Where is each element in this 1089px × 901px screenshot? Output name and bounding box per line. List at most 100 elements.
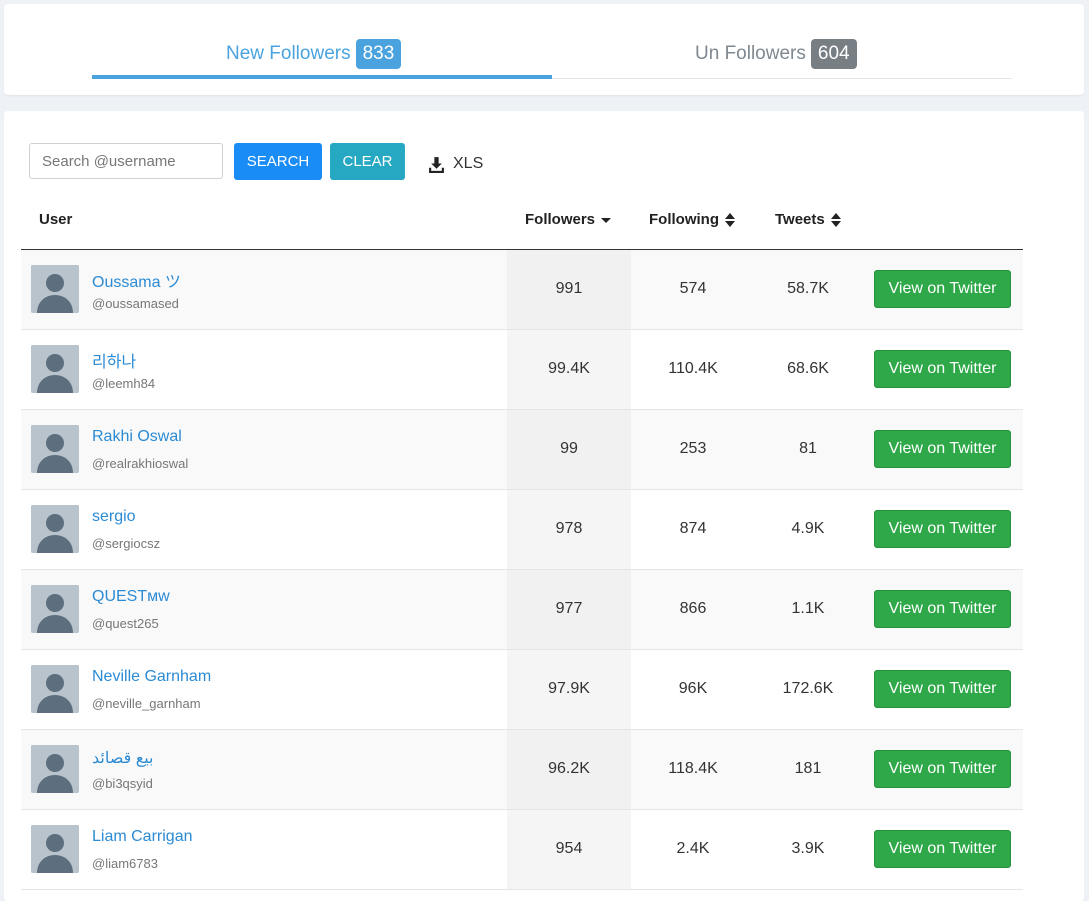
following-count: 253 xyxy=(679,440,707,457)
following-header-label: Following xyxy=(649,211,719,228)
tab-un-followers[interactable]: Un Followers 604 xyxy=(695,37,857,71)
default-avatar-icon xyxy=(31,665,79,713)
followers-count: 96.2K xyxy=(548,760,590,777)
tweets-count: 4.9K xyxy=(791,520,825,537)
following-count: 874 xyxy=(679,520,707,537)
avatar xyxy=(31,585,79,633)
download-icon xyxy=(429,156,444,173)
xls-download-link[interactable]: XLS xyxy=(428,155,483,173)
tweets-count: 81 xyxy=(799,440,817,457)
xls-label: XLS xyxy=(453,155,484,172)
search-button[interactable]: SEARCH xyxy=(234,143,322,180)
avatar xyxy=(31,505,79,553)
tweets-count: 58.7K xyxy=(787,280,829,297)
user-display-name[interactable]: Rakhi Oswal xyxy=(92,428,182,446)
user-display-name[interactable]: Neville Garnham xyxy=(92,668,211,686)
followers-table-body: Oussama ツ @oussamased 991 574 58.7K View on T… xyxy=(21,250,1023,890)
default-avatar-icon xyxy=(31,425,79,473)
table-row: بيع قصائد @bi3qsyid 96.2K 118.4K 181 View on … xyxy=(21,730,1023,810)
followers-count: 991 xyxy=(555,280,583,297)
active-tab-indicator xyxy=(92,75,552,79)
following-count: 574 xyxy=(679,280,707,297)
table-header: User Followers Following Tweets xyxy=(21,197,1023,250)
sort-icon xyxy=(724,212,735,227)
user-display-name[interactable]: Oussama ツ xyxy=(92,268,181,292)
tab-new-followers[interactable]: New Followers 833 xyxy=(226,37,402,71)
avatar xyxy=(31,745,79,793)
view-on-twitter-button[interactable]: View on Twitter xyxy=(874,270,1011,308)
default-avatar-icon xyxy=(31,265,79,313)
tweets-count: 68.6K xyxy=(787,360,829,377)
following-count: 118.4K xyxy=(668,760,718,777)
tweets-count: 3.9K xyxy=(791,840,825,857)
un-followers-count-badge: 604 xyxy=(810,39,857,69)
default-avatar-icon xyxy=(31,585,79,633)
table-row: Rakhi Oswal @realrakhioswal 99 253 81 View on… xyxy=(21,410,1023,490)
new-followers-count-badge: 833 xyxy=(355,39,402,69)
table-row: Liam Carrigan @liam6783 954 2.4K 3.9K View on… xyxy=(21,810,1023,890)
view-on-twitter-button[interactable]: View on Twitter xyxy=(874,430,1011,468)
user-handle: @realrakhioswal xyxy=(92,456,189,471)
user-handle: @sergiocsz xyxy=(92,536,161,551)
user-handle: @leemh84 xyxy=(92,376,156,391)
followers-count: 97.9K xyxy=(548,680,590,697)
avatar xyxy=(31,345,79,393)
avatar xyxy=(31,665,79,713)
user-display-name[interactable]: QUESTᴍᴡ xyxy=(92,588,170,606)
default-avatar-icon xyxy=(31,825,79,873)
avatar xyxy=(31,265,79,313)
followers-count: 99.4K xyxy=(548,360,590,377)
table-row: Neville Garnham @neville_garnham 97.9K 96K 1… xyxy=(21,650,1023,730)
default-avatar-icon xyxy=(31,345,79,393)
user-handle: @quest265 xyxy=(92,616,159,631)
user-handle: @oussamased xyxy=(92,296,179,311)
tweets-count: 172.6K xyxy=(782,680,834,697)
view-on-twitter-button[interactable]: View on Twitter xyxy=(874,670,1011,708)
table-row: sergio @sergiocsz 978 874 4.9K View on Twitte… xyxy=(21,490,1023,570)
tab-new-followers-label: New Followers xyxy=(226,43,351,64)
sort-desc-icon xyxy=(601,217,612,223)
following-count: 96K xyxy=(678,680,708,697)
view-on-twitter-button[interactable]: View on Twitter xyxy=(874,590,1011,628)
following-count: 2.4K xyxy=(676,840,710,857)
user-display-name[interactable]: sergio xyxy=(92,508,136,526)
view-on-twitter-button[interactable]: View on Twitter xyxy=(874,350,1011,388)
followers-count: 99 xyxy=(560,440,578,457)
user-display-name[interactable]: بيع قصائد xyxy=(92,748,154,768)
followers-count: 978 xyxy=(555,520,583,537)
user-display-name[interactable]: Liam Carrigan xyxy=(92,828,192,846)
followers-panel: SEARCH CLEAR XLS User Followers Followin… xyxy=(4,111,1084,901)
table-row: Oussama ツ @oussamased 991 574 58.7K View on T… xyxy=(21,250,1023,330)
column-header-followers[interactable]: Followers xyxy=(525,211,612,228)
avatar xyxy=(31,825,79,873)
column-header-following[interactable]: Following xyxy=(649,211,735,228)
tabs-card: New Followers 833 Un Followers 604 xyxy=(4,4,1084,95)
avatar xyxy=(31,425,79,473)
column-header-tweets[interactable]: Tweets xyxy=(775,211,841,228)
table-row: QUESTᴍᴡ @quest265 977 866 1.1K View on Twitte… xyxy=(21,570,1023,650)
search-input[interactable] xyxy=(29,143,223,179)
view-on-twitter-button[interactable]: View on Twitter xyxy=(874,750,1011,788)
column-header-user: User xyxy=(39,211,72,228)
tweets-count: 1.1K xyxy=(791,600,825,617)
tab-un-followers-label: Un Followers xyxy=(695,43,806,64)
default-avatar-icon xyxy=(31,745,79,793)
view-on-twitter-button[interactable]: View on Twitter xyxy=(874,510,1011,548)
sort-icon xyxy=(830,212,841,227)
following-count: 866 xyxy=(679,600,707,617)
clear-button[interactable]: CLEAR xyxy=(330,143,405,180)
tweets-count: 181 xyxy=(794,760,822,777)
view-on-twitter-button[interactable]: View on Twitter xyxy=(874,830,1011,868)
default-avatar-icon xyxy=(31,505,79,553)
following-count: 110.4K xyxy=(668,360,718,377)
followers-count: 954 xyxy=(555,840,583,857)
user-header-label: User xyxy=(39,211,73,228)
followers-count: 977 xyxy=(555,600,583,617)
tweets-header-label: Tweets xyxy=(775,211,825,228)
user-handle: @liam6783 xyxy=(92,856,158,871)
followers-header-label: Followers xyxy=(525,211,596,228)
table-row: 리하나 @leemh84 99.4K 110.4K 68.6K View on Twitt… xyxy=(21,330,1023,410)
user-display-name[interactable]: 리하나 xyxy=(92,348,136,372)
user-handle: @neville_garnham xyxy=(92,696,201,711)
user-handle: @bi3qsyid xyxy=(92,776,153,791)
